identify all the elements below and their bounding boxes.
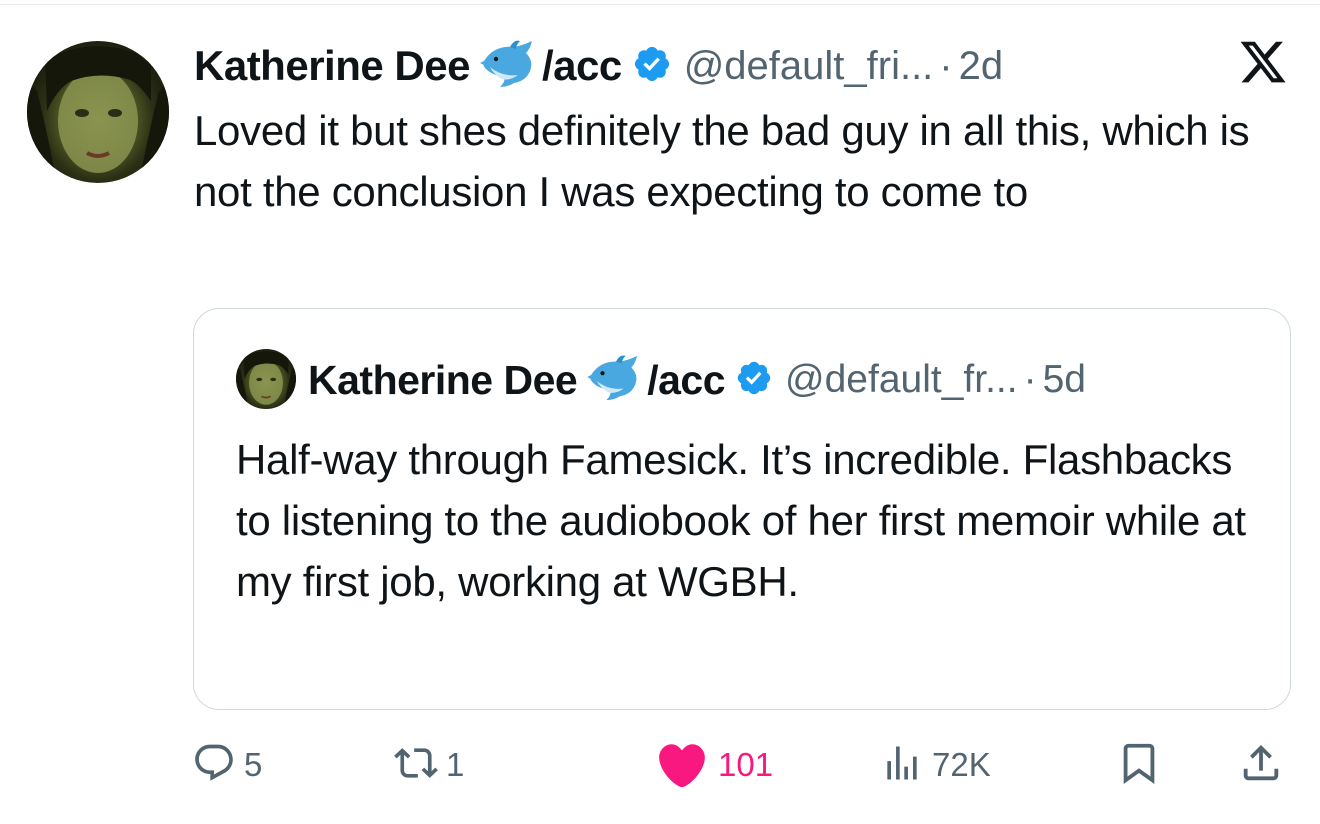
tweet-text: Loved it but shes definitely the bad guy… (194, 107, 1250, 215)
quoted-name-suffix: /acc (647, 356, 726, 403)
author-name[interactable]: Katherine Dee (194, 42, 470, 90)
share-icon (1238, 740, 1284, 791)
top-divider (0, 4, 1320, 5)
retweet-icon (394, 741, 438, 790)
quoted-tweet-header: Katherine Dee /acc @default_fr... · 5d (308, 353, 1086, 407)
quoted-tweet-card[interactable]: Katherine Dee /acc @default_fr... · 5d H… (193, 308, 1291, 710)
quoted-author-name: Katherine Dee (308, 356, 578, 403)
tweet-action-bar: 5 1 101 72K (0, 735, 1320, 795)
views-icon (880, 741, 924, 790)
separator-dot: · (939, 43, 953, 88)
separator-dot: · (1023, 358, 1037, 401)
heart-icon (654, 738, 710, 793)
like-button[interactable]: 101 (654, 735, 773, 795)
bookmark-button[interactable] (1116, 735, 1162, 795)
dolphin-icon (479, 39, 538, 94)
x-logo-icon (1238, 37, 1288, 87)
verified-badge-icon (632, 44, 672, 89)
retweet-count: 1 (446, 746, 465, 783)
quoted-tweet-text: Half-way through Famesick. It’s incredib… (236, 436, 1246, 605)
tweet-header: Katherine Dee /acc @default_fri... · 2d (194, 38, 1003, 94)
reply-count: 5 (244, 746, 263, 783)
bookmark-icon (1116, 740, 1162, 791)
tweet-timestamp[interactable]: 2d (959, 44, 1004, 89)
views-button[interactable]: 72K (880, 735, 991, 795)
views-count: 72K (932, 746, 991, 783)
quoted-author-avatar (236, 349, 296, 409)
quoted-author-handle: @default_fr... (785, 358, 1018, 401)
reply-icon (192, 741, 236, 790)
share-button[interactable] (1238, 735, 1284, 795)
reply-button[interactable]: 5 (192, 735, 262, 795)
like-count: 101 (718, 746, 774, 783)
retweet-button[interactable]: 1 (394, 735, 464, 795)
author-handle[interactable]: @default_fri... (684, 44, 934, 89)
name-suffix: /acc (541, 42, 622, 89)
verified-badge-icon (735, 359, 773, 402)
dolphin-icon (587, 354, 643, 407)
quoted-tweet-timestamp: 5d (1042, 358, 1086, 401)
author-avatar[interactable] (27, 41, 169, 183)
